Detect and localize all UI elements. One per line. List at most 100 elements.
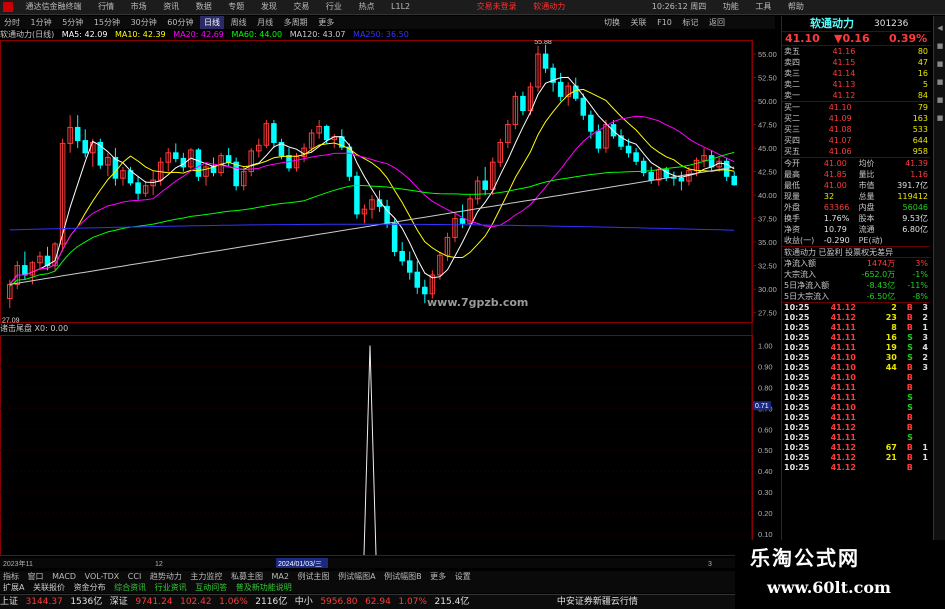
- sz-pct: 1.06%: [219, 597, 248, 607]
- period-weekly[interactable]: 周线: [227, 16, 251, 29]
- tick-row: 10:25 41.10 44 B 3: [784, 363, 928, 372]
- tab-monitor[interactable]: 主力监控: [187, 571, 225, 582]
- menu-item-industry[interactable]: 行业: [319, 0, 349, 14]
- flow-row: 5日大宗流入 -6.50亿 -8%: [784, 292, 928, 301]
- tab-more[interactable]: 更多: [427, 571, 449, 582]
- tab-window[interactable]: 窗口: [25, 571, 47, 582]
- tab-industry-news[interactable]: 行业资讯: [152, 582, 190, 593]
- menu-function[interactable]: 功能: [716, 0, 746, 14]
- tab-trend[interactable]: 趋势动力: [147, 571, 185, 582]
- info-tabs: 扩展A 关联报价 资金分布 综合资讯 行业资讯 互动问答 普及新功能说明: [0, 582, 780, 593]
- candle-body: [625, 145, 632, 154]
- stock-code: 301236: [874, 19, 909, 29]
- stat-row: 净资 10.79 流通 6.80亿: [784, 225, 928, 234]
- period-15min[interactable]: 15分钟: [90, 16, 124, 29]
- tick-row: 10:25 41.11 B: [784, 383, 913, 392]
- candle-body: [112, 157, 119, 179]
- zx-label[interactable]: 中小: [295, 595, 313, 609]
- main-chart-frame: [0, 40, 753, 323]
- price-line: 41.10 ▼0.16 0.39%: [782, 32, 931, 46]
- period-30min[interactable]: 30分钟: [127, 16, 161, 29]
- candle-body: [520, 95, 526, 112]
- kline-chart[interactable]: 55.00 52.50 50.00 47.50 45.00 42.50 40.00 37.50…: [0, 40, 780, 570]
- menu-item-news[interactable]: 资讯: [156, 0, 186, 14]
- tab-vol[interactable]: VOL-TDX: [82, 571, 123, 582]
- tool-icon-5[interactable]: ■: [935, 114, 945, 124]
- price-pct: 0.39%: [889, 32, 928, 45]
- tab-test-main[interactable]: 例试主图: [295, 571, 333, 582]
- bid-row: 买三 41.08 533: [784, 125, 928, 134]
- tab-qa[interactable]: 互动问答: [192, 582, 230, 593]
- menu-item-market[interactable]: 市场: [124, 0, 154, 14]
- period-60min[interactable]: 60分钟: [163, 16, 197, 29]
- menu-item-hot[interactable]: 热点: [351, 0, 381, 14]
- price-tick-label: 50.00: [758, 97, 777, 106]
- sz-label[interactable]: 深证: [110, 595, 128, 609]
- sh-label[interactable]: 上证: [0, 595, 18, 609]
- tool-switch[interactable]: 切换: [600, 16, 624, 29]
- quote-panel: 软通动力 301236 41.10 ▼0.16 0.39% 卖五 41.16 80 …: [781, 16, 931, 571]
- candle-body: [173, 152, 179, 159]
- tick-row: 10:25 41.10 B: [784, 373, 913, 382]
- stock-name: 软通动力: [810, 17, 854, 30]
- sub-tick-label: 0.90: [758, 362, 773, 371]
- sub-tick-label: 0.20: [758, 509, 773, 518]
- tab-ext-a[interactable]: 扩展A: [0, 582, 27, 593]
- tick-row: 10:25 41.12 2 B 3: [784, 303, 928, 312]
- period-5min[interactable]: 5分钟: [58, 16, 87, 29]
- zx-change: 62.94: [365, 597, 391, 607]
- tab-related[interactable]: 关联报价: [30, 582, 68, 593]
- login-status[interactable]: 交易未登录: [470, 0, 524, 14]
- menu-item-l1l2[interactable]: L1L2: [384, 0, 417, 14]
- ma-legend: 软通动力(日线) MA5: 42.09 MA10: 42.39 MA20: 42…: [0, 29, 740, 40]
- tab-test-a[interactable]: 例试幅图A: [335, 571, 378, 582]
- tab-settings[interactable]: 设置: [452, 571, 474, 582]
- tab-test-b[interactable]: 例试幅图B: [381, 571, 425, 582]
- period-fenshi[interactable]: 分时: [0, 16, 24, 29]
- candle-body: [271, 123, 277, 143]
- tool-back[interactable]: 返回: [705, 16, 729, 29]
- ma250-label: MA250: 36.50: [353, 30, 409, 39]
- tab-private[interactable]: 私募主图: [228, 571, 266, 582]
- time-axis-end: 3: [708, 561, 712, 568]
- menu-item-topic[interactable]: 专题: [221, 0, 251, 14]
- tool-link[interactable]: 关联: [627, 16, 651, 29]
- last-price: 41.10: [785, 32, 820, 45]
- tool-mark[interactable]: 标记: [678, 16, 702, 29]
- period-daily[interactable]: 日线: [200, 16, 225, 29]
- tool-f10[interactable]: F10: [653, 16, 676, 29]
- period-1min[interactable]: 1分钟: [27, 16, 56, 29]
- menu-item-discover[interactable]: 发现: [254, 0, 284, 14]
- tool-buttons: 切换 关联 F10 标记 返回: [600, 16, 780, 29]
- period-monthly[interactable]: 月线: [253, 16, 277, 29]
- tool-icon-1[interactable]: ■: [935, 42, 945, 52]
- menu-item-trade[interactable]: 交易: [286, 0, 316, 14]
- stat-row: 收益(一) -0.290 PE(动): [784, 236, 883, 245]
- menu-help[interactable]: 帮助: [781, 0, 811, 14]
- tab-indicator[interactable]: 指标: [0, 571, 22, 582]
- collapse-icon[interactable]: ◀: [935, 24, 945, 34]
- tick-row: 10:25 41.12 67 B 1: [784, 443, 928, 452]
- top-stock-name: 软通动力: [533, 2, 566, 11]
- stat-row: 换手 1.76% 股本 9.53亿: [784, 214, 928, 223]
- tab-macd[interactable]: MACD: [49, 571, 79, 582]
- tab-cci[interactable]: CCI: [125, 571, 145, 582]
- menu-item-hq[interactable]: 行情: [91, 0, 121, 14]
- tool-icon-3[interactable]: ■: [935, 78, 945, 88]
- tool-icon-2[interactable]: ■: [935, 60, 945, 70]
- tool-icon-4[interactable]: ■: [935, 96, 945, 106]
- sz-change: 102.42: [180, 597, 212, 607]
- ma5-line: [9, 76, 735, 285]
- tab-news[interactable]: 综合资讯: [111, 582, 149, 593]
- candle-body: [391, 222, 398, 253]
- tab-fund-dist[interactable]: 资金分布: [71, 582, 109, 593]
- tab-new-feature[interactable]: 普及新功能说明: [233, 582, 295, 593]
- candle-body: [233, 161, 239, 187]
- stock-tags[interactable]: 软通动力 已盈利 投票权无差异: [782, 247, 931, 258]
- selected-date: 2024/01/03/三: [278, 560, 322, 568]
- menu-tools[interactable]: 工具: [748, 0, 778, 14]
- tab-ma2[interactable]: MA2: [269, 571, 292, 582]
- menu-item-data[interactable]: 数据: [189, 0, 219, 14]
- period-more[interactable]: 更多: [314, 16, 338, 29]
- period-multi[interactable]: 多周期: [280, 16, 312, 29]
